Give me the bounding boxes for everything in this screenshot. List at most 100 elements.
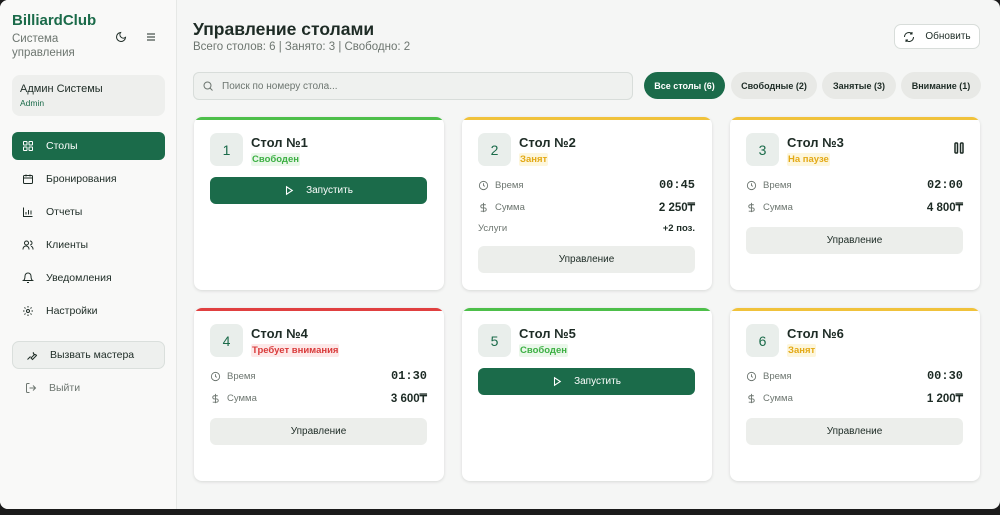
table-name: Стол №2 <box>519 135 576 150</box>
sidebar-item-reports[interactable]: Отчеты <box>12 198 165 226</box>
start-button[interactable]: Запустить <box>478 368 695 395</box>
manage-button[interactable]: Управление <box>210 418 427 445</box>
search-box <box>193 72 633 100</box>
sum-label: Сумма <box>227 392 257 404</box>
brand-title: BilliardClub <box>12 12 97 29</box>
status-badge: Свободен <box>519 344 568 357</box>
play-icon <box>552 376 562 387</box>
table-number: 2 <box>478 133 511 166</box>
table-card-6: 6 Стол №6 Занят Время 00:30 Сумма 1 200₸… <box>730 308 980 481</box>
refresh-button[interactable]: Обновить <box>894 24 980 49</box>
status-bar <box>730 117 980 120</box>
table-card-3: 3 Стол №3 На паузе Время 02:00 Сумма 4 8… <box>730 117 980 290</box>
time-label: Время <box>227 370 256 382</box>
page-title: Управление столами <box>193 19 375 39</box>
time-row: Время 01:30 <box>210 368 427 384</box>
filter-busy[interactable]: Занятые (3) <box>822 72 896 99</box>
user-role: Admin <box>20 98 45 108</box>
play-icon <box>284 185 294 196</box>
logout-icon <box>24 382 37 395</box>
table-name: Стол №3 <box>787 135 844 150</box>
manage-button[interactable]: Управление <box>746 227 963 254</box>
status-badge: Занят <box>519 153 549 166</box>
status-bar <box>194 117 444 120</box>
sidebar-item-label: Настройки <box>46 305 98 317</box>
services-row: Услуги +2 поз. <box>478 220 695 236</box>
sum-value: 1 200₸ <box>926 393 963 405</box>
brand: BilliardClub Система управления <box>12 12 96 60</box>
sum-label: Сумма <box>763 201 793 213</box>
gear-icon <box>21 305 34 318</box>
sum-row: Сумма 1 200₸ <box>746 390 963 406</box>
table-card-5: 5 Стол №5 Свободен Запустить <box>462 308 712 481</box>
user-card: Админ Системы Admin <box>12 75 165 116</box>
time-value: 00:45 <box>658 178 695 192</box>
table-name: Стол №1 <box>251 135 308 150</box>
main-content: Управление столами Всего столов: 6 | Зан… <box>177 0 1000 509</box>
table-card-4: 4 Стол №4 Требует внимания Время 01:30 С… <box>194 308 444 481</box>
sum-value: 2 250₸ <box>658 202 695 214</box>
sidebar-item-notifications[interactable]: Уведомления <box>12 264 165 292</box>
moon-icon[interactable] <box>112 28 130 46</box>
sidebar-item-clients[interactable]: Клиенты <box>12 231 165 259</box>
table-name: Стол №6 <box>787 326 844 341</box>
time-label: Время <box>763 179 792 191</box>
status-badge: Занят <box>787 344 817 357</box>
sidebar-item-label: Отчеты <box>46 206 83 218</box>
manage-button[interactable]: Управление <box>746 418 963 445</box>
dollar-icon <box>478 202 489 213</box>
search-icon <box>202 80 214 92</box>
users-icon <box>21 239 34 252</box>
services-value: +2 поз. <box>662 222 695 234</box>
refresh-label: Обновить <box>925 31 971 42</box>
status-bar <box>462 117 712 120</box>
search-input[interactable] <box>222 80 622 92</box>
table-card-1: 1 Стол №1 Свободен Запустить <box>194 117 444 290</box>
sidebar-nav: Столы Бронирования Отчеты Клиенты Уведом… <box>12 132 165 330</box>
sidebar: BilliardClub Система управления Админ Си… <box>0 0 177 509</box>
wrench-icon <box>25 349 38 362</box>
logout-button[interactable]: Выйти <box>12 374 165 402</box>
sidebar-item-tables[interactable]: Столы <box>12 132 165 160</box>
time-row: Время 00:30 <box>746 368 963 384</box>
time-label: Время <box>763 370 792 382</box>
manage-button[interactable]: Управление <box>478 246 695 273</box>
pause-icon[interactable] <box>954 141 964 159</box>
filter-free[interactable]: Свободные (2) <box>731 72 817 99</box>
dollar-icon <box>746 393 757 404</box>
sidebar-item-label: Уведомления <box>46 272 112 284</box>
time-row: Время 02:00 <box>746 177 963 193</box>
user-name: Админ Системы <box>20 83 103 95</box>
table-name: Стол №5 <box>519 326 576 341</box>
table-number: 5 <box>478 324 511 357</box>
bell-icon <box>21 272 34 285</box>
grid-icon <box>21 140 34 153</box>
sum-row: Сумма 3 600₸ <box>210 390 427 406</box>
clock-icon <box>210 371 221 382</box>
start-button[interactable]: Запустить <box>210 177 427 204</box>
table-number: 6 <box>746 324 779 357</box>
refresh-icon <box>903 31 915 43</box>
dollar-icon <box>210 393 221 404</box>
bar-chart-icon <box>21 206 34 219</box>
sidebar-item-settings[interactable]: Настройки <box>12 297 165 325</box>
sidebar-item-label: Бронирования <box>46 173 117 185</box>
time-value: 02:00 <box>926 178 963 192</box>
table-card-2: 2 Стол №2 Занят Время 00:45 Сумма 2 250₸… <box>462 117 712 290</box>
status-badge: На паузе <box>787 153 830 166</box>
filter-all[interactable]: Все столы (6) <box>644 72 725 99</box>
sidebar-item-bookings[interactable]: Бронирования <box>12 165 165 193</box>
brand-subtitle: Система управления <box>12 33 75 59</box>
sum-value: 3 600₸ <box>390 393 427 405</box>
status-badge: Требует внимания <box>251 344 340 357</box>
time-row: Время 00:45 <box>478 177 695 193</box>
table-name: Стол №4 <box>251 326 308 341</box>
call-master-button[interactable]: Вызвать мастера <box>12 341 165 369</box>
sidebar-item-label: Клиенты <box>46 239 89 251</box>
sum-label: Сумма <box>495 201 525 213</box>
table-number: 4 <box>210 324 243 357</box>
sum-label: Сумма <box>763 392 793 404</box>
time-value: 01:30 <box>390 369 427 383</box>
hamburger-icon[interactable] <box>142 28 160 46</box>
filter-attention[interactable]: Внимание (1) <box>901 72 981 99</box>
